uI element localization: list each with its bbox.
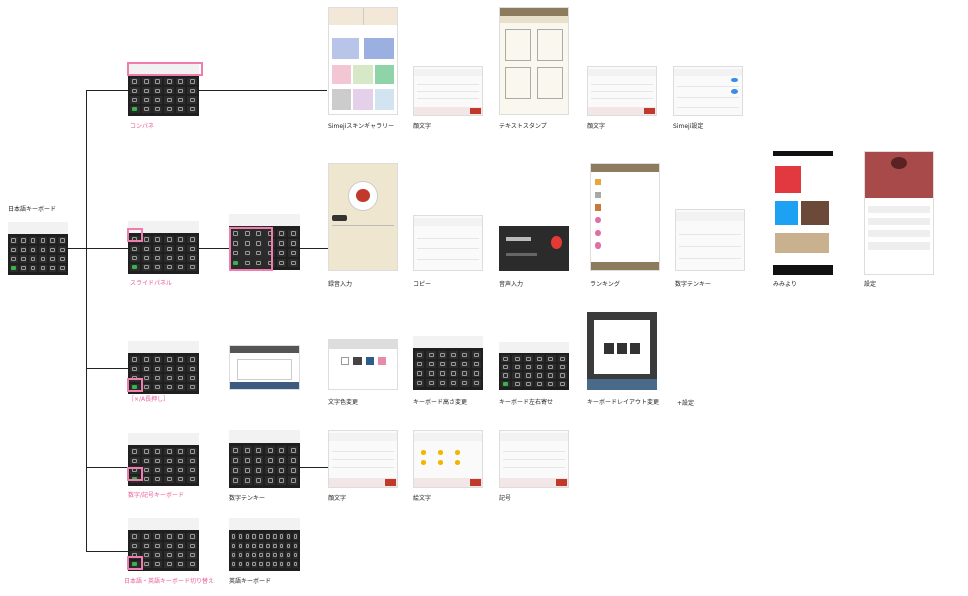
skin-gallery-screen[interactable] [328,7,398,115]
label-keyboard-left-right: キーボード左右寄せ [499,399,554,406]
label-ranking: ランキング [590,281,620,288]
keyboard-layout-dialog[interactable] [587,312,657,390]
settings-screen[interactable] [864,151,934,275]
branch-line-4b [300,467,328,468]
control-panel-highlight [127,62,203,76]
branch-line-2b [199,248,229,249]
branch-label-jp-en-toggle: 日本語・英語キーボード切り替え [124,578,215,585]
keyboard-left-right[interactable] [499,342,569,390]
label-kaomoji-3: 顔文字 [328,495,347,502]
label-copy: コピー [413,281,432,288]
jp-en-key-highlight [127,556,143,570]
kaomoji-keyboard-2[interactable] [587,66,657,116]
root-line [68,248,86,249]
branch-line-4 [86,467,128,468]
english-keyboard[interactable] [229,518,300,571]
keyboard-height-adjust[interactable] [413,336,483,390]
branch-line-2 [86,248,128,249]
simeji-settings-panel[interactable] [673,66,743,116]
label-english-keyboard: 英語キーボード [229,578,272,585]
label-mimiyori: みみより [773,281,797,288]
label-kaomoji-2: 顔文字 [587,123,606,130]
label-kaomoji-1: 顔文字 [413,123,432,130]
branch-label-control-panel: コンパネ [130,123,155,130]
root-keyboard-thumbnail[interactable] [8,222,68,275]
slide-panel-menu-highlight [229,227,273,271]
branch-line-1 [86,90,128,91]
root-label: 日本語キーボード [8,206,57,213]
label-emoji: 絵文字 [413,495,432,502]
branch-label-slide-panel: スライドパネル [130,280,173,287]
emoji-keyboard[interactable] [413,430,483,488]
long-press-key-highlight [127,378,143,392]
label-number-tenkey-2: 数字テンキー [229,495,266,502]
number-key-highlight [127,467,143,481]
label-text-color: 文字色変更 [328,399,359,406]
label-simeji-settings: Simeji設定 [673,123,704,130]
kaomoji-keyboard-1[interactable] [413,66,483,116]
symbol-keyboard[interactable] [499,430,569,488]
label-skin-gallery: Simejiスキンギャラリー [328,123,395,130]
copy-keyboard[interactable] [413,215,483,271]
branch-line-5 [86,551,128,552]
label-settings: 設定 [864,281,877,288]
branch-line-1b [199,90,327,91]
label-number-tenkey-1: 数字テンキー [675,281,712,288]
voice-input-screen[interactable] [499,226,569,271]
trunk-line [86,90,87,551]
label-plus-settings: +設定 [677,400,695,407]
voice-recording-screen[interactable] [328,163,398,271]
branch-line-2c [300,248,328,249]
label-text-stamp: テキストスタンプ [499,123,547,130]
label-keyboard-height: キーボード高さ変更 [413,399,468,406]
long-press-menu-screen[interactable] [229,345,300,390]
label-voice-recording: 録音入力 [328,281,353,288]
kaomoji-keyboard-3[interactable] [328,430,398,488]
number-tenkey-keyboard[interactable] [229,430,300,488]
label-symbol: 記号 [499,495,512,502]
label-keyboard-layout: キーボードレイアウト変更 [587,399,660,406]
text-stamp-screen[interactable] [499,7,569,115]
label-voice-input: 音声入力 [499,281,524,288]
text-color-dialog[interactable] [328,339,398,390]
number-tenkey-panel[interactable] [675,209,745,271]
ranking-screen[interactable] [590,163,660,271]
branch-label-long-press: ［×/A長押し］ [128,396,170,403]
slide-panel-key-highlight [127,228,143,242]
branch-label-number-symbol: 数字/記号キーボード [128,492,185,499]
branch-line-3 [86,368,128,369]
mimiyori-screen[interactable] [773,151,833,275]
